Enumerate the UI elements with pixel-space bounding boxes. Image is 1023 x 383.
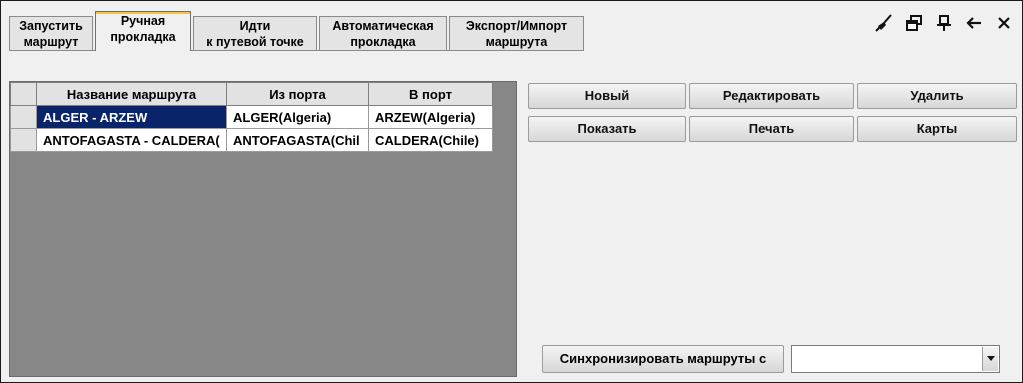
tab-manual-routing[interactable]: Ручная прокладка	[95, 11, 191, 51]
column-header-to-port[interactable]: В порт	[368, 82, 493, 106]
tab-label-line1: Ручная	[120, 14, 166, 28]
delete-route-button[interactable]: Удалить	[857, 83, 1017, 109]
tab-label-line1: Запустить	[19, 19, 83, 33]
table-row[interactable]: ALGER - ARZEW ALGER(Algeria) ARZEW(Alger…	[10, 105, 493, 129]
restore-window-icon[interactable]	[904, 13, 924, 33]
route-name-cell[interactable]: ANTOFAGASTA - CALDERA(	[36, 128, 227, 152]
routes-table: Название маршрута Из порта В порт ALGER …	[10, 82, 493, 152]
from-port-cell[interactable]: ALGER(Algeria)	[226, 105, 369, 129]
row-selector[interactable]	[10, 128, 37, 152]
brush-icon[interactable]	[874, 13, 894, 33]
row-header-corner	[10, 82, 37, 106]
to-port-cell[interactable]: CALDERA(Chile)	[368, 128, 493, 152]
tab-label-line1: Идти	[239, 19, 271, 33]
close-icon[interactable]	[994, 13, 1014, 33]
print-route-button[interactable]: Печать	[689, 116, 854, 142]
table-row[interactable]: ANTOFAGASTA - CALDERA( ANTOFAGASTA(Chil …	[10, 128, 493, 152]
tab-label-line2: прокладка	[110, 30, 176, 44]
sync-routes-button[interactable]: Синхронизировать маршруты с	[542, 345, 784, 373]
tab-go-to-waypoint[interactable]: Идти к путевой точке	[193, 16, 317, 50]
to-port-cell[interactable]: ARZEW(Algeria)	[368, 105, 493, 129]
edit-route-button[interactable]: Редактировать	[689, 83, 854, 109]
routes-grid[interactable]: Название маршрута Из порта В порт ALGER …	[9, 81, 517, 377]
tab-label-line1: Экспорт/Импорт	[465, 19, 568, 33]
tab-automatic-routing[interactable]: Автоматическая прокладка	[319, 16, 447, 50]
route-name-cell[interactable]: ALGER - ARZEW	[36, 105, 227, 129]
table-header-row: Название маршрута Из порта В порт	[10, 82, 493, 106]
from-port-cell[interactable]: ANTOFAGASTA(Chil	[226, 128, 369, 152]
tab-export-import-route[interactable]: Экспорт/Импорт маршрута	[449, 16, 584, 50]
show-route-button[interactable]: Показать	[528, 116, 686, 142]
new-route-button[interactable]: Новый	[528, 83, 686, 109]
tab-label-line2: к путевой точке	[206, 35, 304, 49]
back-arrow-icon[interactable]	[964, 13, 984, 33]
column-header-route-name[interactable]: Название маршрута	[36, 82, 227, 106]
tab-label-line2: прокладка	[350, 35, 416, 49]
tab-label-line2: маршрута	[485, 35, 548, 49]
maps-button[interactable]: Карты	[857, 116, 1017, 142]
column-header-from-port[interactable]: Из порта	[226, 82, 369, 106]
row-selector[interactable]	[10, 105, 37, 129]
pin-icon[interactable]	[934, 13, 954, 33]
chevron-down-icon[interactable]	[982, 347, 998, 371]
tab-run-route[interactable]: Запустить маршрут	[9, 16, 93, 50]
tab-label-line1: Автоматическая	[332, 19, 434, 33]
window-toolbar	[874, 13, 1014, 33]
route-planning-window: Запустить маршрут Ручная прокладка Идти …	[0, 0, 1023, 383]
sync-target-select[interactable]	[791, 345, 1000, 373]
tab-label-line2: маршрут	[23, 35, 79, 49]
